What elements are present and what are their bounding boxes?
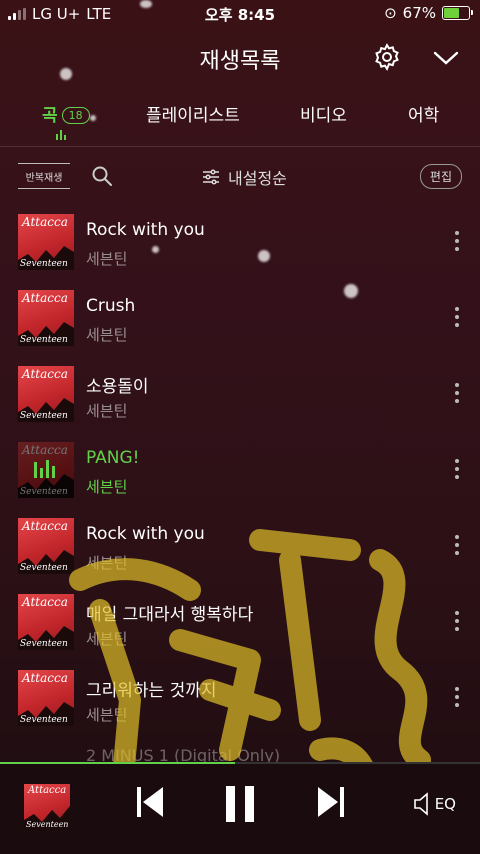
album-art: Attacca Seventeen <box>18 290 74 346</box>
status-bar: LG U+ LTE 오후 8:45 ⊙ 67% <box>0 0 480 28</box>
tab-songs[interactable]: 곡 18 <box>42 101 90 126</box>
list-item[interactable]: Attacca Seventeen 그리워하는 것까지 세븐틴 <box>0 661 480 737</box>
tab-playlist[interactable]: 플레이리스트 <box>146 101 240 126</box>
sort-button[interactable]: 내설정순 <box>202 165 287 189</box>
song-artist: 세븐틴 <box>86 326 128 344</box>
next-icon[interactable] <box>316 784 346 820</box>
search-icon[interactable] <box>90 164 114 188</box>
previous-icon[interactable] <box>135 784 165 820</box>
song-artist: 세븐틴 <box>86 554 128 572</box>
album-art-text: Attacca <box>22 215 68 229</box>
more-options-icon[interactable] <box>454 687 460 711</box>
song-title: 그리워하는 것까지 <box>86 681 217 701</box>
tab-label: 곡 <box>42 106 58 126</box>
song-artist: 세븐틴 <box>86 478 128 496</box>
mini-player: Attacca Seventeen EQ <box>0 762 480 854</box>
album-art-text: Seventeen <box>20 487 68 497</box>
tab-language[interactable]: 어학 <box>408 101 439 126</box>
song-title: PANG! <box>86 448 140 468</box>
song-title: 소용돌이 <box>86 377 149 397</box>
album-art-text: Seventeen <box>20 639 68 649</box>
sort-label: 내설정순 <box>228 169 287 188</box>
more-options-icon[interactable] <box>454 307 460 331</box>
song-artist: 세븐틴 <box>86 630 128 648</box>
album-art: Attacca Seventeen <box>18 442 74 498</box>
gear-icon[interactable] <box>372 42 402 72</box>
speaker-icon <box>413 792 428 816</box>
pause-icon[interactable] <box>224 784 256 824</box>
tab-active-indicator <box>56 130 66 140</box>
album-art-text: Attacca <box>22 443 68 457</box>
album-art-text: Attacca <box>22 519 68 533</box>
album-art-text: Attacca <box>28 785 67 796</box>
progress-bar[interactable] <box>0 762 480 764</box>
battery-icon <box>442 6 473 20</box>
album-art: Attacca Seventeen <box>18 594 74 650</box>
more-options-icon[interactable] <box>454 231 460 255</box>
eq-label: EQ <box>434 795 456 813</box>
album-art-text: Attacca <box>22 367 68 381</box>
battery-percent: 67% <box>402 4 436 22</box>
album-art-text: Attacca <box>22 595 68 609</box>
album-art-text: Seventeen <box>26 820 69 829</box>
song-artist: 세븐틴 <box>86 706 128 724</box>
page-title: 재생목록 <box>199 49 281 74</box>
chevron-down-icon[interactable] <box>432 48 460 68</box>
song-artist: 세븐틴 <box>86 250 128 268</box>
album-art-text: Seventeen <box>20 411 68 421</box>
list-item[interactable]: Attacca Seventeen 매일 그대라서 행복하다 세븐틴 <box>0 585 480 661</box>
album-art: Attacca Seventeen <box>18 670 74 726</box>
album-art: Attacca Seventeen <box>18 366 74 422</box>
list-item[interactable]: Attacca Seventeen Rock with you 세븐틴 <box>0 205 480 281</box>
edit-button[interactable]: 편집 <box>419 164 462 189</box>
song-artist: 세븐틴 <box>86 402 128 420</box>
eq-button[interactable]: EQ <box>413 792 456 816</box>
more-options-icon[interactable] <box>454 535 460 559</box>
filter-icon <box>203 169 219 185</box>
now-playing-art[interactable]: Attacca Seventeen <box>24 784 70 830</box>
more-options-icon[interactable] <box>454 383 460 407</box>
song-title: Rock with you <box>86 524 205 544</box>
album-art-text: Attacca <box>22 671 68 685</box>
song-title: Crush <box>86 296 136 316</box>
song-count-badge: 18 <box>61 107 90 124</box>
more-options-icon[interactable] <box>454 459 460 483</box>
list-item[interactable]: Attacca Seventeen Rock with you 세븐틴 <box>0 509 480 585</box>
equalizer-icon <box>34 460 55 478</box>
album-art: Attacca Seventeen <box>18 518 74 574</box>
album-art-text: Seventeen <box>20 259 68 269</box>
repeat-button[interactable]: 반복재생 <box>18 163 70 189</box>
orientation-lock-icon: ⊙ <box>384 4 397 22</box>
tab-video[interactable]: 비디오 <box>300 101 347 126</box>
album-art-text: Seventeen <box>20 563 68 573</box>
album-art-text: Seventeen <box>20 715 68 725</box>
more-options-icon[interactable] <box>454 611 460 635</box>
list-item-now-playing[interactable]: Attacca Seventeen PANG! 세븐틴 <box>0 433 480 509</box>
list-item[interactable]: Attacca Seventeen Crush 세븐틴 <box>0 281 480 357</box>
divider <box>0 146 480 147</box>
song-title: 매일 그대라서 행복하다 <box>86 605 254 625</box>
song-title: Rock with you <box>86 220 205 240</box>
tab-bar: 곡 18 플레이리스트 비디오 어학 <box>0 98 480 144</box>
list-item[interactable]: Attacca Seventeen 소용돌이 세븐틴 <box>0 357 480 433</box>
album-art-text: Attacca <box>22 291 68 305</box>
album-art: Attacca Seventeen <box>18 214 74 270</box>
album-art-text: Seventeen <box>20 335 68 345</box>
